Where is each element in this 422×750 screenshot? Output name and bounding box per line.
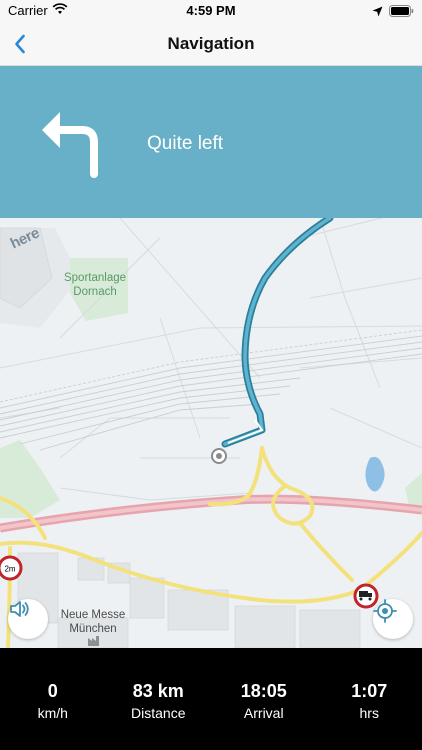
arrival-value: 18:05 bbox=[240, 681, 287, 701]
battery-icon bbox=[389, 4, 414, 22]
duration-label: hrs bbox=[359, 705, 379, 721]
locate-icon bbox=[373, 599, 397, 623]
duration-stat: 1:07 hrs bbox=[317, 648, 422, 750]
height-limit-sign: 2m bbox=[0, 555, 23, 581]
distance-label: Distance bbox=[131, 705, 186, 721]
maneuver-instruction: Quite left bbox=[147, 133, 224, 154]
status-bar: Carrier 4:59 PM bbox=[0, 0, 422, 22]
arrival-stat: 18:05 Arrival bbox=[211, 648, 317, 750]
speaker-icon bbox=[10, 601, 29, 617]
map-label-messe: Neue Messe München bbox=[60, 609, 126, 635]
map-view[interactable]: 2m here Sportanlage Dornach Neue Messe M… bbox=[0, 218, 422, 648]
lake bbox=[365, 456, 385, 492]
speed-stat: 0 km/h bbox=[0, 648, 106, 750]
map-label-sportanlage: Sportanlage Dornach bbox=[63, 272, 127, 298]
current-position-marker bbox=[211, 448, 227, 464]
speed-value: 0 bbox=[47, 681, 58, 701]
distance-stat: 83 km Distance bbox=[106, 648, 212, 750]
status-time: 4:59 PM bbox=[186, 3, 236, 18]
speed-label: km/h bbox=[37, 705, 68, 721]
location-arrow-icon bbox=[372, 4, 383, 22]
height-limit-text: 2m bbox=[4, 565, 15, 574]
page-title: Navigation bbox=[167, 34, 255, 53]
trip-info-bar: 0 km/h 83 km Distance 18:05 Arrival 1:07… bbox=[0, 648, 422, 750]
navigation-bar: Navigation bbox=[0, 22, 422, 66]
sound-button[interactable] bbox=[8, 599, 48, 639]
maneuver-panel: Quite left bbox=[0, 66, 422, 218]
status-indicators bbox=[372, 4, 414, 22]
route-line bbox=[221, 218, 334, 448]
locate-button[interactable] bbox=[373, 599, 413, 639]
distance-value: 83 km bbox=[132, 681, 184, 701]
turn-left-arrow-icon bbox=[42, 112, 98, 178]
arrival-label: Arrival bbox=[243, 705, 284, 721]
duration-value: 1:07 bbox=[351, 681, 388, 701]
